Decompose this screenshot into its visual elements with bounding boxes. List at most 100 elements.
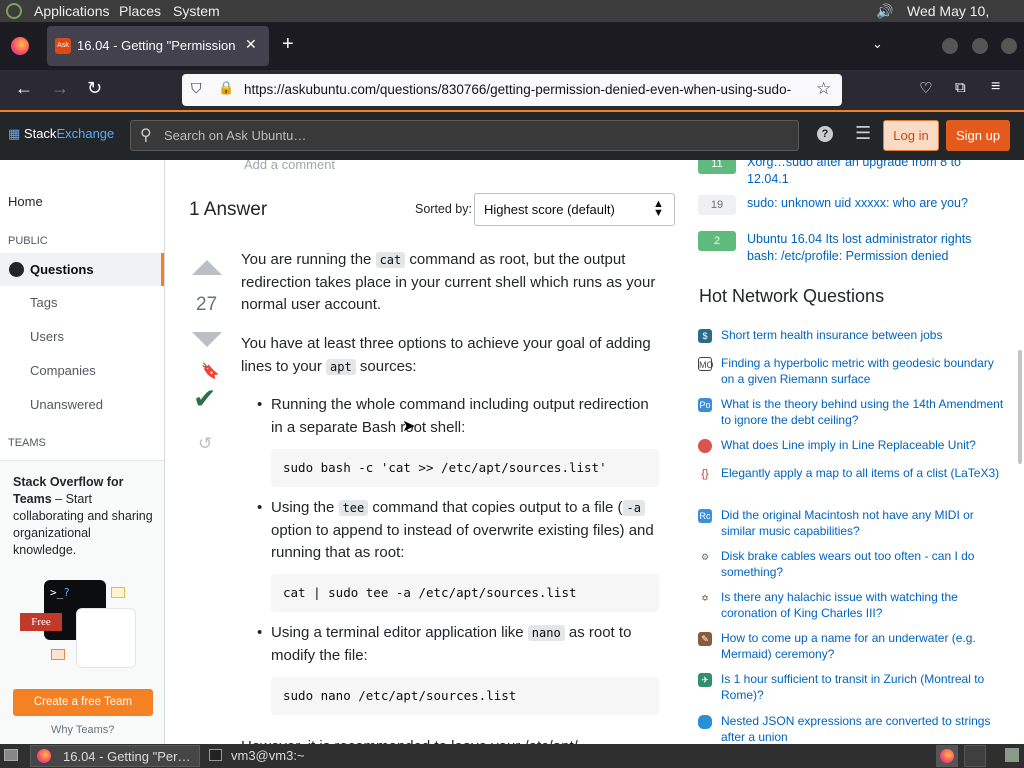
- hnq-title: What does Line imply in Line Replaceable…: [721, 438, 976, 452]
- hnq-title: Finding a hyperbolic metric with geodesi…: [721, 356, 994, 386]
- code-block-3: sudo nano /etc/apt/sources.list: [271, 677, 659, 715]
- sort-select[interactable]: Highest score (default) ▲ ▼: [474, 193, 675, 226]
- signup-button[interactable]: Sign up: [946, 120, 1010, 151]
- lock-icon[interactable]: 🔒: [218, 80, 234, 96]
- show-desktop-icon[interactable]: [4, 749, 18, 761]
- nav-companies[interactable]: Companies: [30, 363, 96, 378]
- inline-code-a-flag: -a: [622, 500, 645, 516]
- minimize-window-icon[interactable]: [942, 38, 958, 54]
- p1-part-a: You are running the: [241, 251, 376, 268]
- maximize-window-icon[interactable]: [972, 38, 988, 54]
- askubuntu-favicon: Ask: [55, 38, 71, 54]
- list-tabs-icon[interactable]: ⌄: [872, 36, 883, 52]
- url-text[interactable]: https://askubuntu.com/questions/830766/g…: [244, 82, 806, 97]
- hnq-title: Elegantly apply a map to all items of a …: [721, 466, 1000, 480]
- reload-icon[interactable]: ↻: [87, 78, 102, 99]
- gnome-foot-icon[interactable]: [6, 3, 22, 19]
- retrocomputing-icon: Rc: [698, 509, 712, 523]
- nav-unanswered[interactable]: Unanswered: [30, 397, 103, 412]
- nav-questions[interactable]: Questions: [0, 253, 164, 286]
- extensions-icon[interactable]: ⧉: [955, 79, 966, 96]
- trash-icon[interactable]: [1005, 748, 1019, 762]
- back-icon[interactable]: ←: [15, 78, 33, 99]
- mathoverflow-icon: MO: [698, 357, 714, 371]
- system-top-panel: Applications Places System 🔊 Wed May 10,…: [0, 0, 1024, 35]
- public-label: PUBLIC: [8, 235, 48, 247]
- b2-part-c: option to append to instead of overwrite…: [271, 521, 654, 562]
- menu-system[interactable]: System: [173, 3, 220, 19]
- b2-part-b: command that copies output to a file (: [368, 499, 623, 516]
- accepted-check-icon: ✔: [193, 383, 217, 414]
- answers-heading: 1 Answer: [189, 199, 268, 220]
- chat-bubble-icon: [51, 649, 65, 660]
- taskbar-item-label: vm3@vm3:~: [231, 748, 305, 763]
- app-menu-icon[interactable]: ≡: [991, 78, 1000, 96]
- create-team-button[interactable]: Create a free Team: [13, 689, 153, 716]
- menu-applications[interactable]: Applications: [34, 3, 110, 19]
- downvote-button[interactable]: [192, 332, 222, 347]
- site-header: ▦ StackExchange ⚲ Search on Ask Ubuntu… …: [0, 110, 1024, 160]
- answer-paragraph-trailing: However, it is recommended to leave your…: [241, 736, 665, 744]
- search-input[interactable]: ⚲ Search on Ask Ubuntu…: [130, 120, 799, 151]
- brand-stack: Stack: [23, 126, 57, 141]
- history-icon[interactable]: ↺: [198, 434, 212, 454]
- firefox-icon[interactable]: [11, 37, 29, 55]
- why-teams-link[interactable]: Why Teams?: [51, 724, 114, 736]
- tex-icon: {}: [698, 467, 712, 481]
- forward-icon[interactable]: →: [51, 78, 69, 99]
- code-block-1: sudo bash -c 'cat >> /etc/apt/sources.li…: [271, 449, 659, 487]
- sort-arrows-icon: ▲ ▼: [653, 198, 664, 219]
- hnq-heading: Hot Network Questions: [699, 286, 885, 306]
- tracking-shield-icon[interactable]: ⛉: [191, 80, 202, 97]
- money-site-icon: $: [698, 329, 712, 343]
- nav-tags[interactable]: Tags: [30, 295, 57, 310]
- url-bar[interactable]: ⛉ 🔒 https://askubuntu.com/questions/8307…: [182, 74, 842, 106]
- bookmark-star-icon[interactable]: ☆: [816, 79, 831, 99]
- nav-home[interactable]: Home: [8, 194, 43, 209]
- related-question-title: Xorg…sudo after an upgrade from 8 to 12.…: [747, 160, 962, 186]
- upvote-button[interactable]: [192, 260, 222, 275]
- pocket-icon[interactable]: ♡: [919, 79, 932, 97]
- stackexchange-icon: ▦: [8, 126, 21, 141]
- workspace-2[interactable]: [964, 745, 986, 767]
- hnq-title: How to come up a name for an underwater …: [721, 631, 976, 661]
- close-tab-icon[interactable]: ✕: [245, 36, 257, 53]
- browser-tab-active[interactable]: Ask 16.04 - Getting "Permission ✕: [47, 26, 269, 66]
- nav-questions-label: Questions: [30, 262, 94, 277]
- inline-code-tee: tee: [338, 500, 369, 516]
- mouse-cursor: ➤: [402, 418, 416, 435]
- add-comment-link[interactable]: Add a comment: [244, 160, 335, 172]
- volume-icon[interactable]: 🔊: [876, 3, 893, 20]
- b3-part-a: Using a terminal editor application like: [271, 624, 528, 641]
- answer-paragraph-1: You are running the cat command as root,…: [241, 249, 665, 317]
- search-icon: ⚲: [140, 127, 152, 144]
- page-scrollbar-thumb[interactable]: [1018, 350, 1022, 464]
- taskbar-item-firefox[interactable]: 16.04 - Getting "Per…: [30, 745, 200, 767]
- hnq-title: Is there any halachic issue with watchin…: [721, 590, 958, 620]
- hnq-title: Disk brake cables wears out too often - …: [721, 549, 975, 579]
- close-window-icon[interactable]: [1001, 38, 1017, 54]
- sort-value: Highest score (default): [484, 202, 615, 217]
- menu-places[interactable]: Places: [119, 3, 161, 19]
- bookmark-icon[interactable]: 🔖: [201, 362, 220, 380]
- stackexchange-logo[interactable]: ▦ StackExchange: [8, 126, 114, 142]
- politics-icon: Po: [698, 398, 712, 412]
- workspace-switcher[interactable]: [936, 745, 958, 767]
- login-button[interactable]: Log in: [883, 120, 939, 151]
- nav-users[interactable]: Users: [30, 329, 64, 344]
- sorted-by-label: Sorted by:: [415, 202, 472, 216]
- answer-paragraph-2: You have at least three options to achie…: [241, 333, 665, 378]
- new-tab-icon[interactable]: +: [282, 33, 294, 56]
- taskbar-item-terminal[interactable]: vm3@vm3:~: [205, 745, 375, 767]
- hnq-title: What is the theory behind using the 14th…: [721, 397, 1004, 427]
- browser-tab-strip: Ask 16.04 - Getting "Permission ✕ + ⌄: [0, 22, 1024, 70]
- related-score-badge: 11: [698, 160, 736, 174]
- site-switcher-icon[interactable]: ☰: [855, 123, 871, 144]
- hnq-title: Is 1 hour sufficient to transit in Zuric…: [721, 672, 985, 702]
- browser-nav-bar: ← → ↻ ⛉ 🔒 https://askubuntu.com/question…: [0, 70, 1024, 110]
- taskbar-item-label: 16.04 - Getting "Per…: [63, 749, 191, 764]
- help-icon[interactable]: ?: [817, 126, 833, 142]
- related-question-title: Ubuntu 16.04 Its lost administrator righ…: [747, 232, 972, 263]
- p2-part-b: sources:: [355, 357, 417, 375]
- related-score-badge: 19: [698, 195, 736, 215]
